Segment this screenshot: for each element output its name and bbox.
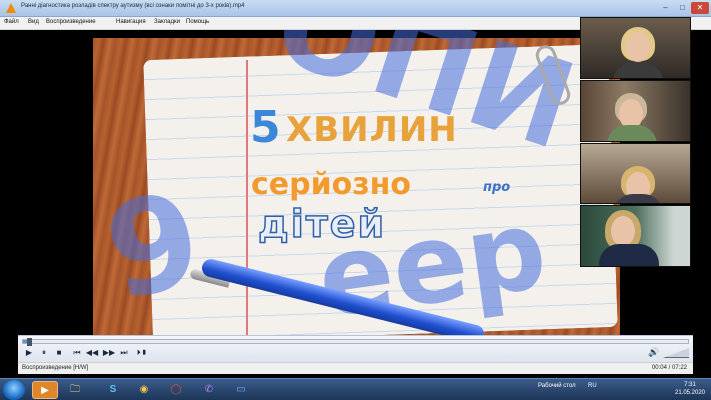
chrome-icon[interactable]: ◉	[131, 381, 157, 399]
video-frame[interactable]: ОПИ 9 eep 5 ХВИЛИН серйозно про дітей	[18, 30, 620, 335]
play-icon[interactable]: ▶	[22, 347, 36, 359]
clock[interactable]: 7:31 21.05.2020	[672, 381, 708, 397]
clock-time: 7:31	[684, 382, 696, 388]
seek-bar[interactable]	[22, 338, 689, 346]
close-button[interactable]: ✕	[691, 2, 709, 14]
pause-icon[interactable]: ⏸	[37, 347, 51, 359]
menu-navigation[interactable]: Навигация	[116, 19, 146, 25]
status-bar: Воспроизведение [H/W] 00:04 / 07:22	[18, 362, 693, 374]
viber-icon[interactable]: ✆	[196, 381, 222, 399]
participant-video-3[interactable]	[580, 143, 691, 204]
playback-controls: ▶ ⏸ ■ ⏮ ◀◀ ▶▶ ⏭ ⏵▮ 🔊	[18, 335, 693, 362]
playback-time: 00:04 / 07:22	[651, 365, 687, 371]
window-title: Ранні діагностика розладів спектру аутиз…	[21, 3, 245, 9]
fast-forward-icon[interactable]: ▶▶	[102, 347, 116, 359]
show-title-word: ХВИЛИН	[286, 110, 458, 150]
show-title-number: 5	[250, 102, 281, 153]
title-bar[interactable]: Ранні діагностика розладів спектру аутиз…	[0, 0, 711, 17]
opera-icon[interactable]: ◯	[163, 381, 189, 399]
seek-thumb[interactable]	[26, 338, 32, 346]
start-button[interactable]	[3, 380, 25, 400]
menu-file[interactable]: Файл	[4, 19, 19, 25]
zoom-icon[interactable]: ▭	[228, 381, 254, 399]
file-explorer-icon[interactable]: 🗀	[62, 381, 88, 399]
skype-icon[interactable]: S	[100, 381, 126, 399]
volume-icon[interactable]: 🔊	[648, 347, 659, 358]
minimize-button[interactable]: –	[657, 2, 674, 14]
language-indicator[interactable]: RU	[588, 383, 597, 389]
frame-step-icon[interactable]: ⏵▮	[135, 347, 149, 359]
desktop-label[interactable]: Рабочий стол	[538, 383, 576, 389]
menu-help[interactable]: Помощь	[186, 19, 209, 25]
clock-date: 21.05.2020	[674, 390, 706, 396]
player-logo-icon	[6, 3, 16, 13]
volume-slider[interactable]	[663, 348, 689, 358]
stop-icon[interactable]: ■	[52, 347, 66, 359]
participant-video-4[interactable]	[580, 205, 691, 267]
playback-status: Воспроизведение [H/W]	[22, 365, 89, 371]
show-title-word: серйозно	[251, 167, 412, 202]
maximize-button[interactable]: □	[674, 2, 691, 14]
next-icon[interactable]: ⏭	[117, 347, 131, 359]
screen: Ранні діагностика розладів спектру аутиз…	[0, 0, 711, 400]
previous-icon[interactable]: ⏮	[70, 347, 84, 359]
paper-margin-line	[246, 60, 248, 335]
taskbar: ▶ 🗀 S ◉ ◯ ✆ ▭ Рабочий стол RU 7:31 21.05…	[0, 378, 711, 400]
menu-bookmarks[interactable]: Закладки	[154, 19, 180, 25]
menu-playback[interactable]: Воспроизведение	[46, 19, 96, 25]
media-player-taskbar-icon[interactable]: ▶	[32, 381, 58, 399]
show-title-word: дітей	[257, 201, 387, 247]
participant-video-2[interactable]	[580, 80, 691, 142]
show-title-word: про	[483, 180, 511, 195]
menu-view[interactable]: Вид	[28, 19, 39, 25]
rewind-icon[interactable]: ◀◀	[85, 347, 99, 359]
media-player-window: Ранні діагностика розладів спектру аутиз…	[0, 0, 711, 378]
participant-video-1[interactable]	[580, 17, 691, 79]
